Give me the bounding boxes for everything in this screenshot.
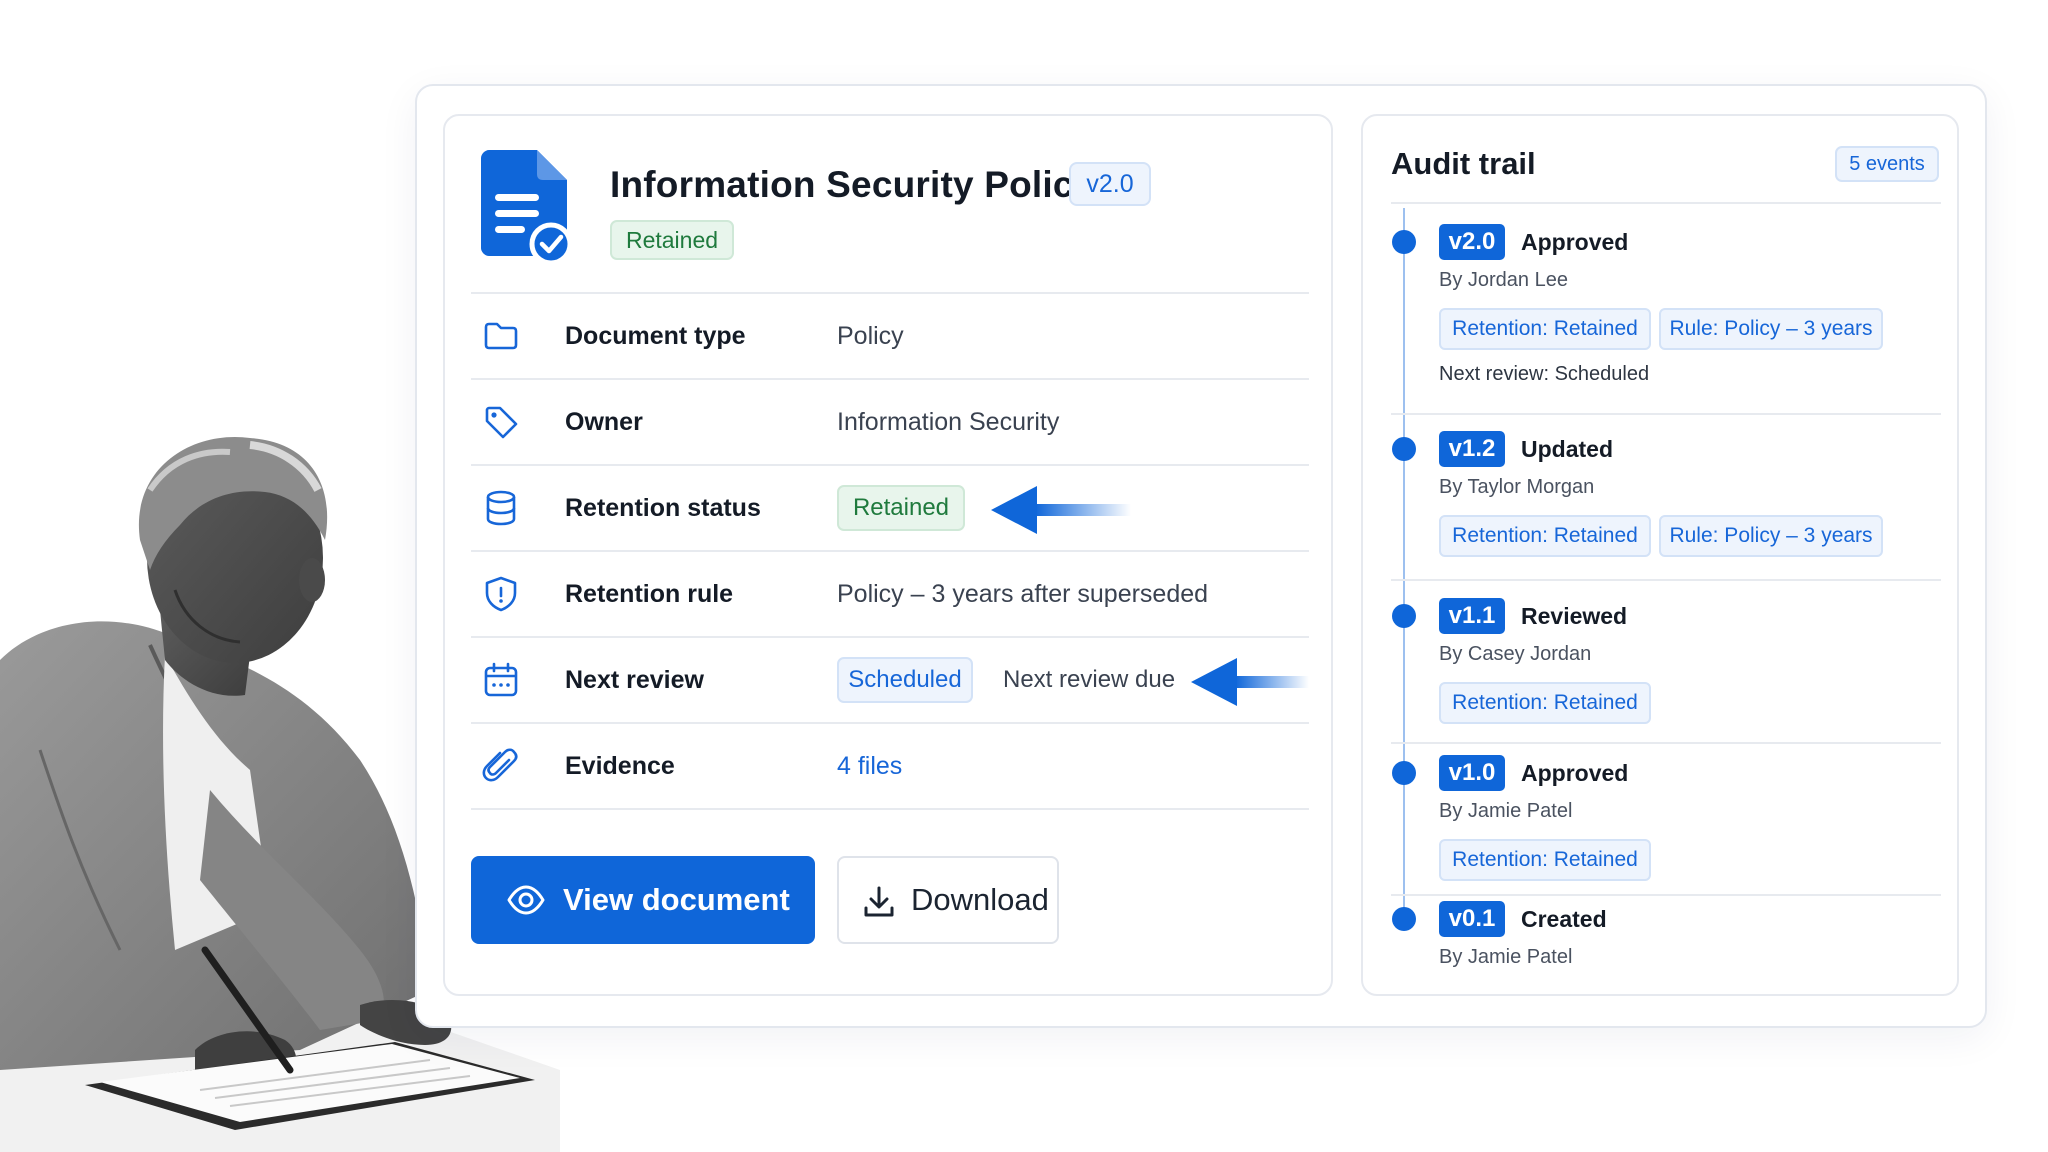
document-details-panel: Information Security Policy v2.0 Retaine… [443,114,1333,996]
tag-icon [481,402,521,442]
detail-label: Retention status [565,494,761,522]
view-document-button[interactable]: View document [471,856,815,944]
version-chip: v2.0 [1439,224,1505,260]
detail-row-document-type: Document type Policy [471,294,1309,378]
arrow-left-icon [991,486,1131,534]
evidence-files-link[interactable]: 4 files [837,724,902,808]
download-icon [861,884,897,920]
next-review-badge: Scheduled [837,657,973,703]
next-review-due-text: Next review due [1003,666,1176,693]
divider [1391,894,1941,896]
rule-tag: Rule: Policy – 3 years [1659,308,1883,350]
detail-value: Policy [837,322,904,350]
event-author: By Taylor Morgan [1439,476,1595,498]
version-chip: v1.0 [1439,755,1505,791]
audit-trail-panel: Audit trail 5 events v2.0 Approved By Jo… [1361,114,1959,996]
detail-label: Next review [565,666,704,694]
arrow-left-icon [1191,658,1309,706]
event-action: Approved [1521,229,1629,255]
event-action: Created [1521,906,1607,932]
paperclip-icon [481,746,521,786]
view-document-label: View document [563,882,790,917]
database-icon [481,488,521,528]
detail-row-evidence: Evidence 4 files [471,724,1309,808]
version-chip: v0.1 [1439,901,1505,937]
divider [1391,202,1941,204]
retention-tag: Retention: Retained [1439,839,1651,881]
detail-row-retention-status: Retention status Retained [471,466,1309,550]
timeline-dot [1392,907,1416,931]
event-action: Reviewed [1521,603,1628,629]
version-chip: v1.2 [1439,431,1505,467]
retention-tag: Retention: Retained [1439,308,1651,350]
event-action: Approved [1521,760,1629,786]
status-badge: Retained [610,220,734,260]
event-author: By Jamie Patel [1439,800,1573,822]
rule-tag: Rule: Policy – 3 years [1659,515,1883,557]
event-author: By Casey Jordan [1439,643,1592,665]
divider [1391,742,1941,744]
divider [1391,413,1941,415]
detail-label: Document type [565,322,746,350]
timeline-dot [1392,230,1416,254]
event-action: Updated [1521,436,1613,462]
timeline-dot [1392,604,1416,628]
detail-row-retention-rule: Retention rule Policy – 3 years after su… [471,552,1309,636]
download-button[interactable]: Download [837,856,1059,944]
detail-value: Policy – 3 years after superseded [837,580,1209,608]
event-author: By Jamie Patel [1439,946,1573,968]
detail-row-next-review: Next review Scheduled Next review due [471,638,1309,722]
detail-row-owner: Owner Information Security [471,380,1309,464]
detail-label: Evidence [565,752,675,780]
retention-status-badge: Retained [837,485,965,531]
event-next-review: Next review: Scheduled [1439,363,1650,385]
shield-icon [481,574,521,614]
detail-label: Retention rule [565,580,734,608]
timeline-dot [1392,761,1416,785]
audit-trail-title: Audit trail [1391,146,1536,181]
timeline-dot [1392,437,1416,461]
page-title: Information Security Policy [610,164,1095,205]
download-label: Download [911,882,1049,917]
folder-icon [481,316,521,356]
calendar-icon [481,660,521,700]
eye-icon [507,884,545,916]
events-count-badge: 5 events [1835,146,1939,182]
detail-value: Information Security [837,408,1060,436]
divider [471,808,1309,810]
divider [1391,579,1941,581]
version-chip: v1.1 [1439,598,1505,634]
version-badge: v2.0 [1069,162,1151,206]
retention-tag: Retention: Retained [1439,515,1651,557]
retention-tag: Retention: Retained [1439,682,1651,724]
document-check-icon [481,148,577,266]
event-author: By Jordan Lee [1439,269,1568,291]
detail-label: Owner [565,408,643,436]
timeline-line [1403,208,1405,918]
